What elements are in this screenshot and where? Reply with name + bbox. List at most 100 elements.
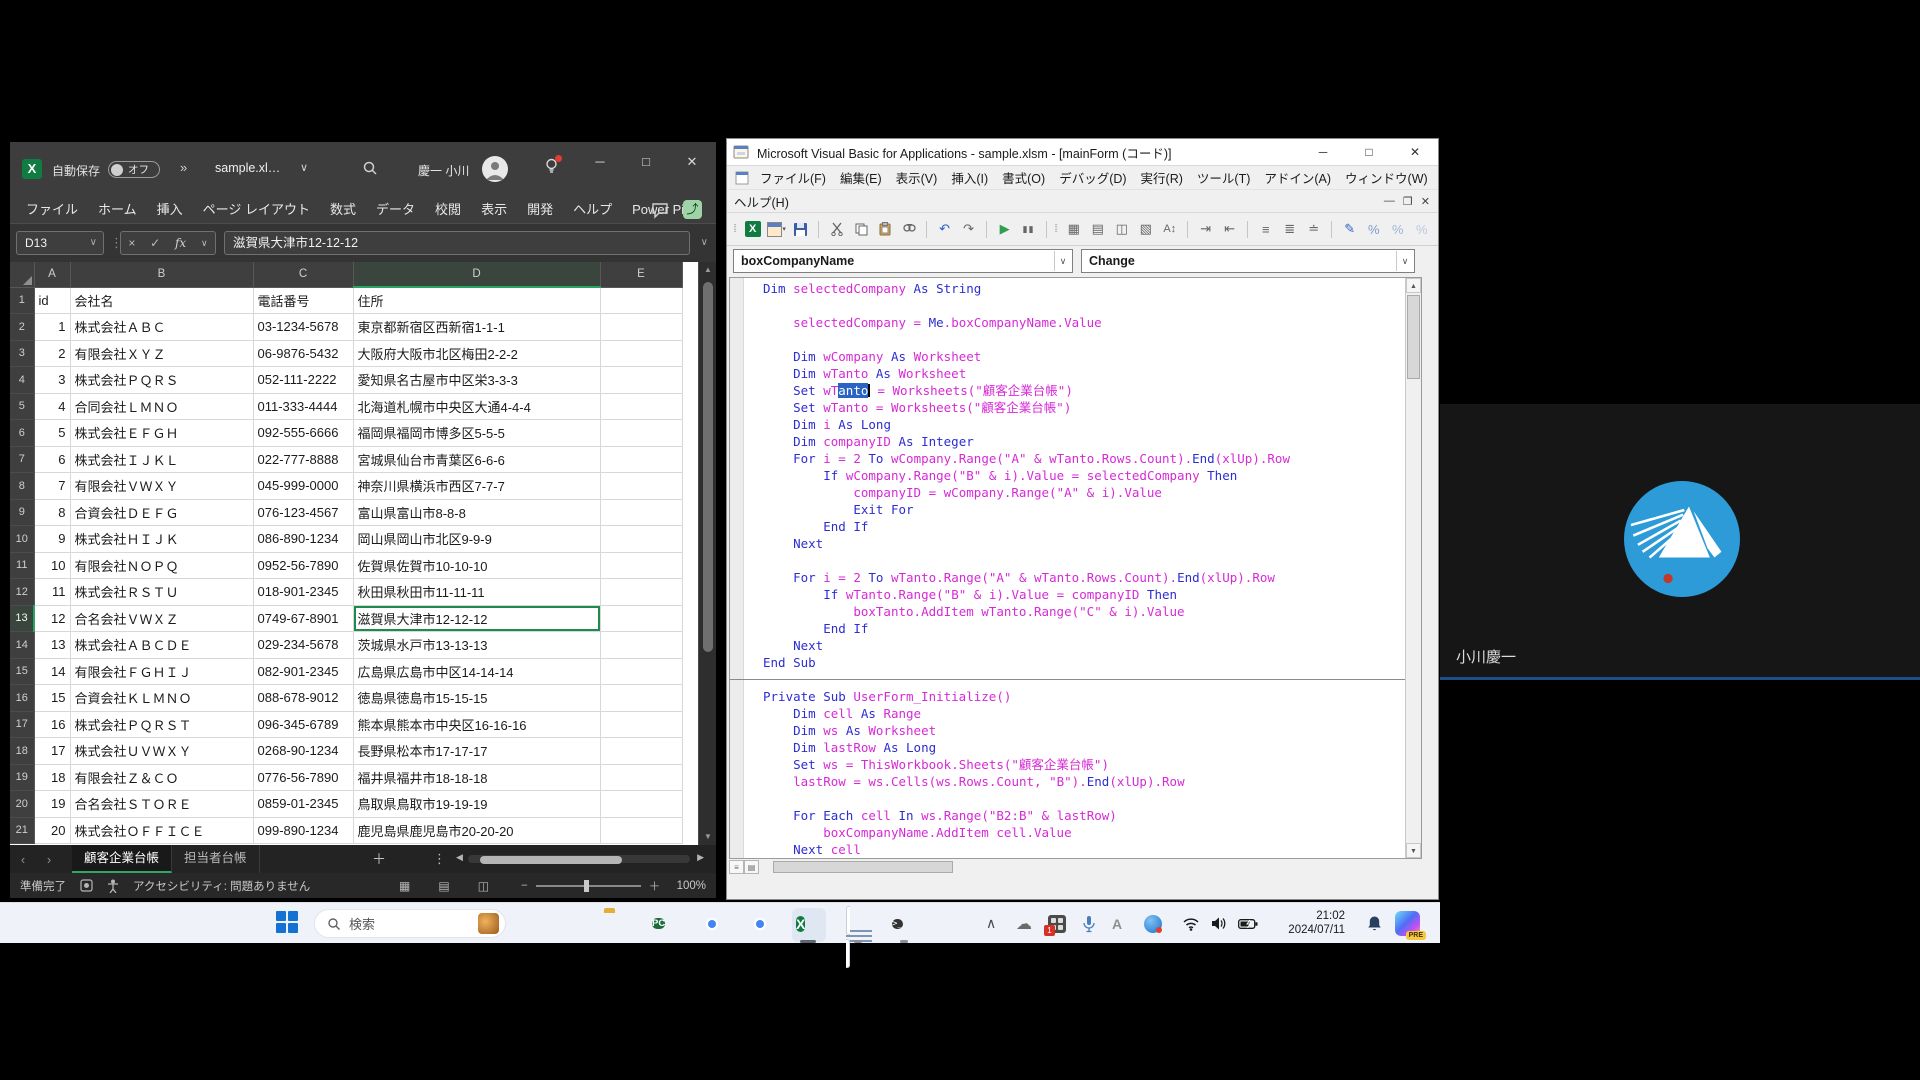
cell-E13[interactable] (600, 605, 682, 632)
row-header-7[interactable]: 7 (10, 446, 34, 473)
code-line[interactable] (763, 331, 1405, 348)
code-line[interactable]: Dim companyID As Integer (763, 433, 1405, 450)
insert-userform-icon[interactable]: ▾ (766, 219, 787, 240)
avatar[interactable] (482, 156, 508, 182)
code-line[interactable] (763, 552, 1405, 569)
zoom-in-button[interactable]: ＋ (649, 878, 661, 894)
cell-D15[interactable]: 広島県広島市中区14-14-14 (353, 658, 600, 685)
code-line[interactable]: Next cell (763, 841, 1405, 858)
ribbon-tab-0[interactable]: ファイル (16, 196, 88, 224)
code-line[interactable] (763, 297, 1405, 314)
code-line[interactable]: If wTanto.Range("B" & i).Value = company… (763, 586, 1405, 603)
cell-C16[interactable]: 088-678-9012 (253, 685, 353, 712)
cell-B17[interactable]: 株式会社ＰＱＲＳＴ (70, 711, 253, 738)
cell-D9[interactable]: 富山県富山市8-8-8 (353, 499, 600, 526)
sheet-tab-1[interactable]: 担当者台帳 (172, 845, 260, 873)
start-button[interactable] (276, 911, 298, 933)
cell-C12[interactable]: 018-901-2345 (253, 579, 353, 606)
cell-D4[interactable]: 愛知県名古屋市中区栄3-3-3 (353, 367, 600, 394)
cell-B9[interactable]: 合資会社ＤＥＦＧ (70, 499, 253, 526)
cell-B14[interactable]: 株式会社ＡＢＣＤＥ (70, 632, 253, 659)
cell-E10[interactable] (600, 526, 682, 553)
ribbon-tab-8[interactable]: 開発 (517, 196, 563, 224)
cell-A12[interactable]: 11 (34, 579, 70, 606)
next-sheet-chevron[interactable]: › (36, 852, 62, 867)
cell-E11[interactable] (600, 552, 682, 579)
taskbar-app-widgets[interactable] (556, 912, 582, 938)
cell-C19[interactable]: 0776-56-7890 (253, 764, 353, 791)
code-line[interactable]: boxTanto.AddItem wTanto.Range("C" & i).V… (763, 603, 1405, 620)
cell-A16[interactable]: 15 (34, 685, 70, 712)
cell-D21[interactable]: 鹿児島県鹿児島市20-20-20 (353, 817, 600, 844)
ribbon-tab-1[interactable]: ホーム (88, 196, 147, 224)
cell-C6[interactable]: 092-555-6666 (253, 420, 353, 447)
cell-E6[interactable] (600, 420, 682, 447)
cell-D3[interactable]: 大阪府大阪市北区梅田2-2-2 (353, 340, 600, 367)
cell-B4[interactable]: 株式会社ＰＱＲＳ (70, 367, 253, 394)
vba-maximize-button[interactable]: □ (1346, 139, 1392, 165)
cell-C17[interactable]: 096-345-6789 (253, 711, 353, 738)
code-line[interactable]: Private Sub UserForm_Initialize() (763, 688, 1405, 705)
account-user-name[interactable]: 慶一 小川 (418, 162, 469, 179)
code-line[interactable]: selectedCompany = Me.boxCompanyName.Valu… (763, 314, 1405, 331)
cell-A3[interactable]: 2 (34, 340, 70, 367)
cancel-icon[interactable]: × (128, 236, 135, 250)
cell-A17[interactable]: 16 (34, 711, 70, 738)
vba-menu-0[interactable]: ファイル(F) (753, 168, 833, 187)
taskbar-clock[interactable]: 21:02 2024/07/11 (1288, 910, 1345, 937)
cell-C4[interactable]: 052-111-2222 (253, 367, 353, 394)
search-box[interactable]: 検索 (314, 909, 506, 938)
cell-D12[interactable]: 秋田県秋田市11-11-11 (353, 579, 600, 606)
row-header-9[interactable]: 9 (10, 499, 34, 526)
code-line[interactable]: Dim lastRow As Long (763, 739, 1405, 756)
cell-D6[interactable]: 福岡県福岡市博多区5-5-5 (353, 420, 600, 447)
code-line[interactable]: boxCompanyName.AddItem cell.Value (763, 824, 1405, 841)
code-line[interactable]: For i = 2 To wTanto.Range("A" & wTanto.R… (763, 569, 1405, 586)
comment-icon-2[interactable]: % (1387, 219, 1408, 240)
excel-view-icon[interactable]: X (742, 219, 763, 240)
normal-view-icon[interactable]: ▦ (399, 879, 410, 893)
project-explorer-icon[interactable]: ▦ (1063, 219, 1084, 240)
vba-menu-2[interactable]: 表示(V) (889, 168, 945, 187)
row-header-4[interactable]: 4 (10, 367, 34, 394)
row-header-1[interactable]: 1 (10, 287, 34, 314)
vba-menu-5[interactable]: デバッグ(D) (1052, 168, 1133, 187)
code-line[interactable]: End If (763, 620, 1405, 637)
cell-A9[interactable]: 8 (34, 499, 70, 526)
row-header-14[interactable]: 14 (10, 632, 34, 659)
sheet-tab-0[interactable]: 顧客企業台帳 (72, 845, 172, 873)
cell-E2[interactable] (600, 314, 682, 341)
maximize-button[interactable]: □ (624, 142, 668, 182)
assistant-sphere-icon[interactable] (1144, 903, 1162, 944)
row-header-15[interactable]: 15 (10, 658, 34, 685)
cell-B21[interactable]: 株式会社ＯＦＦＩＣＥ (70, 817, 253, 844)
row-header-16[interactable]: 16 (10, 685, 34, 712)
taskbar-app-notepad[interactable] (846, 912, 872, 938)
ime-indicator[interactable]: A (1112, 903, 1122, 944)
minimize-button[interactable]: ─ (578, 142, 622, 182)
cell-E12[interactable] (600, 579, 682, 606)
code-line[interactable]: Set wTanto = Worksheets("顧客企業台帳") (763, 399, 1405, 416)
cell-E7[interactable] (600, 446, 682, 473)
column-header-E[interactable]: E (600, 262, 682, 287)
cell-A2[interactable]: 1 (34, 314, 70, 341)
cell-C11[interactable]: 0952-56-7890 (253, 552, 353, 579)
code-line[interactable]: For Each cell In ws.Range("B2:B" & lastR… (763, 807, 1405, 824)
vba-menu-4[interactable]: 書式(O) (995, 168, 1052, 187)
find-icon[interactable] (898, 219, 919, 240)
cell-A18[interactable]: 17 (34, 738, 70, 765)
cell-E20[interactable] (600, 791, 682, 818)
column-header-C[interactable]: C (253, 262, 353, 287)
notification-bell-icon[interactable] (1367, 903, 1382, 944)
scroll-up-icon[interactable]: ▲ (699, 262, 716, 278)
mdi-restore-icon[interactable]: ❐ (1403, 195, 1413, 208)
accessibility-icon[interactable] (107, 879, 119, 893)
cell-C14[interactable]: 029-234-5678 (253, 632, 353, 659)
lightbulb-icon[interactable] (543, 157, 560, 179)
row-header-11[interactable]: 11 (10, 552, 34, 579)
ribbon-tab-5[interactable]: データ (366, 196, 425, 224)
comment-icon-1[interactable]: % (1363, 219, 1384, 240)
notification-app-icon[interactable]: 1 (1048, 903, 1066, 944)
volume-icon[interactable] (1210, 903, 1227, 944)
cell-C18[interactable]: 0268-90-1234 (253, 738, 353, 765)
